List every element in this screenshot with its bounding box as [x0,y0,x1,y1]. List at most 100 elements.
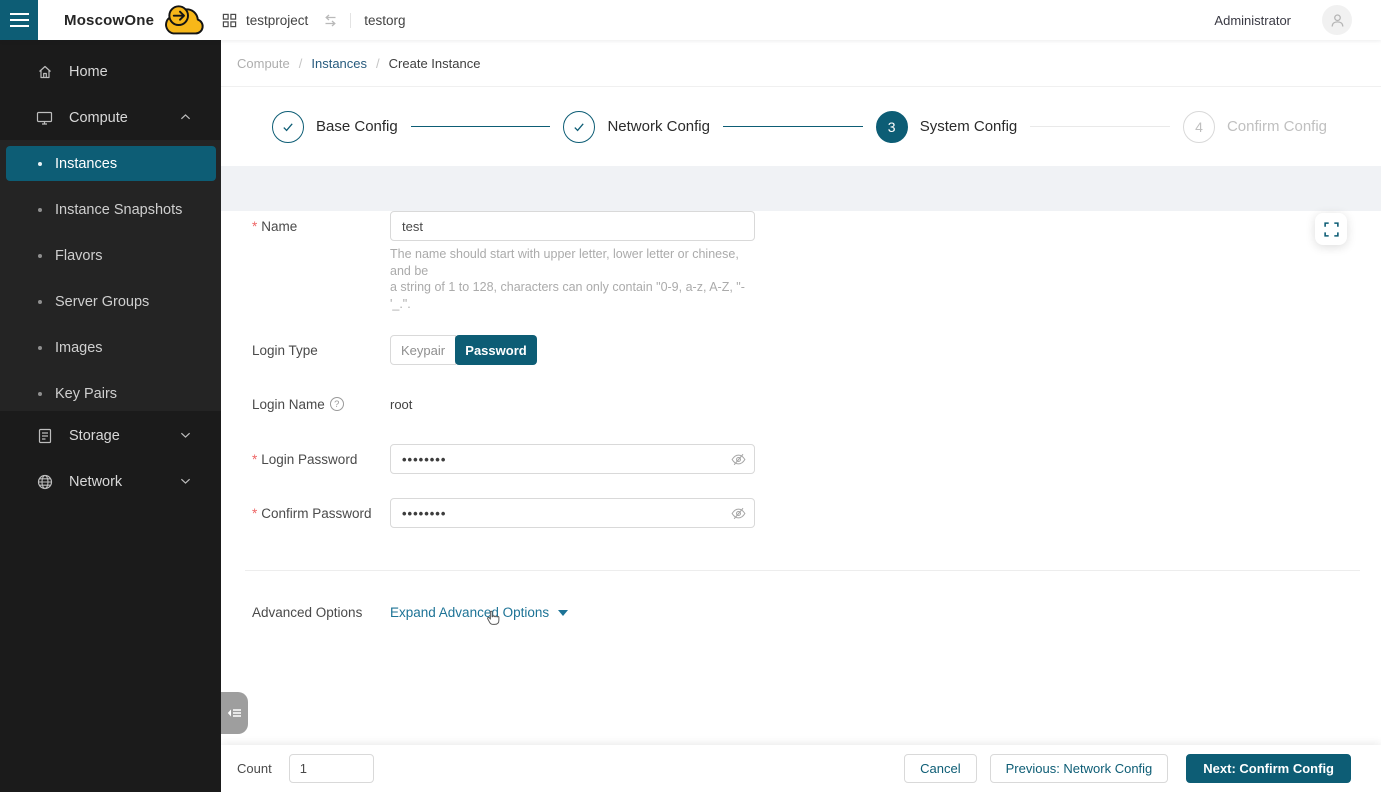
sidebar-item-label: Storage [69,428,120,444]
required-mark: * [252,506,257,521]
brand-name: MoscowOne [64,12,154,29]
check-icon [280,119,296,135]
step-label: Confirm Config [1227,118,1327,135]
step-confirm-config: 4 Confirm Config [1183,111,1327,143]
login-type-toggle: Keypair Password [390,335,537,365]
login-name-value: root [390,397,412,412]
step-network-config: Network Config [563,111,710,143]
eye-off-icon [731,452,746,467]
name-input[interactable] [390,211,755,241]
step-connector [411,126,551,127]
sidebar-item-instances[interactable]: Instances [6,146,216,181]
bullet-icon [38,346,42,350]
login-type-row: Login Type Keypair Password [221,335,1381,365]
step-label: Base Config [316,118,398,135]
sidebar-item-key-pairs[interactable]: Key Pairs [6,376,216,411]
sidebar-item-server-groups[interactable]: Server Groups [6,284,216,319]
step-active-circle: 3 [876,111,908,143]
system-config-form: * Name The name should start with upper … [221,211,1381,762]
breadcrumb: Compute / Instances / Create Instance [221,40,1381,87]
fullscreen-icon [1324,222,1339,237]
sidebar-item-compute[interactable]: Compute [0,104,221,131]
footer-buttons: Cancel Previous: Network Config Next: Co… [904,754,1351,783]
sidebar-item-network[interactable]: Network [0,468,221,495]
step-base-config: Base Config [272,111,398,143]
sidebar-item-flavors[interactable]: Flavors [6,238,216,273]
chevron-up-icon [180,110,191,126]
help-question-icon[interactable]: ? [330,397,344,411]
home-icon [36,64,53,80]
sidebar-item-label: Images [55,340,103,356]
breadcrumb-compute: Compute [237,56,290,71]
bullet-icon [38,208,42,212]
sidebar-item-label: Compute [69,110,128,126]
breadcrumb-instances-link[interactable]: Instances [311,56,367,71]
sidebar-item-label: Home [69,64,108,80]
step-done-circle [563,111,595,143]
sidebar-nav: Home Compute Instances Instance Snapshot… [0,40,221,792]
top-header: MoscowOne testproject testorg Ad [0,0,1381,40]
login-password-field [390,444,755,474]
login-password-label: * Login Password [252,452,390,467]
org-name[interactable]: testorg [364,13,405,28]
fullscreen-toggle-button[interactable] [1315,213,1347,245]
header-right: Administrator [1214,5,1381,35]
form-divider [245,570,1360,571]
sidebar-item-label: Instances [55,156,117,172]
user-role-label[interactable]: Administrator [1214,13,1291,28]
required-mark: * [252,452,257,467]
confirm-password-field [390,498,755,528]
name-label: * Name [252,219,390,234]
sidebar-item-storage[interactable]: Storage [0,422,221,449]
step-label: Network Config [607,118,710,135]
bullet-icon [38,392,42,396]
avatar[interactable] [1322,5,1352,35]
switch-project-icon[interactable] [323,13,338,28]
toggle-password-visibility-button[interactable] [730,451,746,467]
bullet-icon [38,162,42,166]
toggle-password-visibility-button[interactable] [730,505,746,521]
step-number: 4 [1195,119,1203,135]
step-connector [1030,126,1170,127]
confirm-password-input[interactable] [390,498,755,528]
sidebar-item-label: Server Groups [55,294,149,310]
step-label: System Config [920,118,1018,135]
section-gap [221,166,1381,180]
login-name-row: Login Name ? root [221,390,1381,418]
count-input[interactable] [289,754,374,783]
step-system-config: 3 System Config [876,111,1018,143]
sidebar-item-label: Key Pairs [55,386,117,402]
required-mark: * [252,219,257,234]
previous-step-button[interactable]: Previous: Network Config [990,754,1169,783]
eye-off-icon [731,506,746,521]
next-step-button[interactable]: Next: Confirm Config [1186,754,1351,783]
hamburger-menu-button[interactable] [0,0,38,40]
expand-advanced-options-link[interactable]: Expand Advanced Options [390,605,568,620]
advanced-options-row: Advanced Options Expand Advanced Options [221,605,1381,620]
compute-icon [36,110,53,126]
step-done-circle [272,111,304,143]
cancel-button[interactable]: Cancel [904,754,976,783]
step-number: 3 [888,119,896,135]
login-password-row: * Login Password [221,444,1381,474]
sidebar-item-instance-snapshots[interactable]: Instance Snapshots [6,192,216,227]
compute-submenu: Instances Instance Snapshots Flavors Ser… [0,140,221,411]
grid-icon [222,13,237,28]
sidebar-item-images[interactable]: Images [6,330,216,365]
login-password-input[interactable] [390,444,755,474]
bullet-icon [38,300,42,304]
breadcrumb-separator: / [299,56,303,71]
cloud-logo-icon [160,4,208,38]
sidebar-item-label: Instance Snapshots [55,202,182,218]
project-switcher[interactable]: testproject testorg [222,13,406,28]
login-type-keypair-button[interactable]: Keypair [390,335,456,365]
advanced-options-label: Advanced Options [252,605,390,620]
sidebar-item-home[interactable]: Home [0,58,221,85]
login-name-label: Login Name ? [252,397,390,412]
project-name[interactable]: testproject [246,13,308,28]
chevron-down-icon [180,428,191,444]
brand-area: MoscowOne [38,0,221,40]
login-type-label: Login Type [252,343,390,358]
sidebar-collapse-handle[interactable] [221,692,248,734]
login-type-password-button[interactable]: Password [455,335,537,365]
